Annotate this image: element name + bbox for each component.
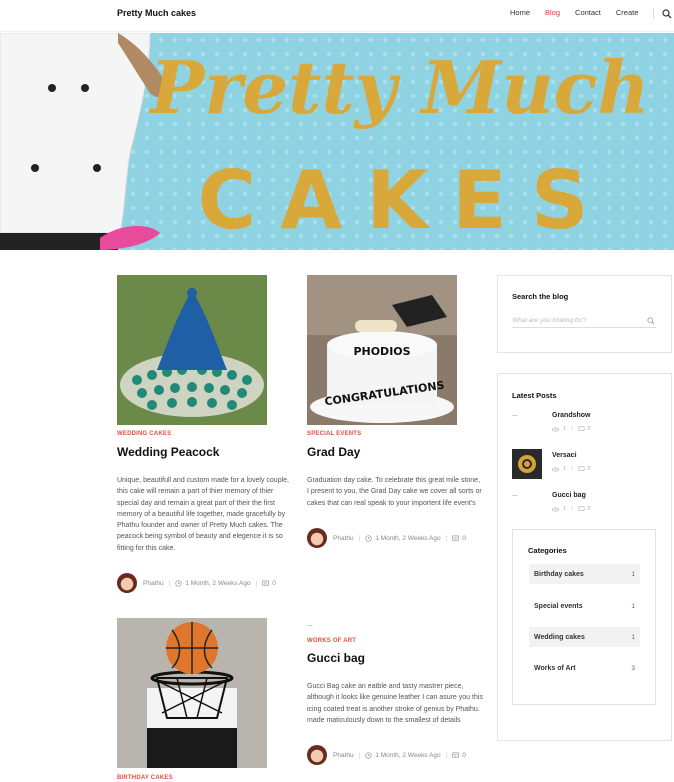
post-meta: Phathu | 1 Month, 2 Weeks Ago | 0 [117, 573, 276, 593]
post-author[interactable]: Phathu [333, 535, 354, 542]
site-header: Pretty Much cakes Home Blog Contact Crea… [0, 0, 674, 32]
clock-icon [175, 579, 182, 587]
search-heading: Search the blog [512, 292, 569, 301]
meta-separator: | [571, 506, 573, 512]
meta-separator: | [571, 426, 573, 432]
latest-post-title[interactable]: Gucci bag [552, 492, 586, 499]
post-category[interactable]: SPECIAL EVENTS [307, 431, 361, 437]
latest-post-meta: 1 | 0 [552, 426, 591, 432]
post-category[interactable]: WEDDING CAKES [117, 431, 171, 437]
search-input[interactable] [512, 313, 656, 328]
latest-views: 1 [563, 466, 567, 472]
comment-icon [262, 580, 270, 586]
latest-post-thumbnail[interactable] [512, 449, 542, 479]
post-author[interactable]: Phathu [143, 580, 164, 587]
category-count: 1 [631, 570, 635, 578]
meta-separator: | [445, 534, 448, 542]
search-icon[interactable] [662, 9, 672, 19]
category-item[interactable]: Works of Art 3 [529, 658, 640, 678]
latest-views: 1 [563, 506, 567, 512]
categories-heading: Categories [528, 546, 567, 555]
post-category[interactable]: BIRTHDAY CAKES [117, 775, 173, 781]
nav-contact[interactable]: Contact [575, 8, 601, 17]
category-name: Birthday cakes [534, 570, 584, 578]
post-title[interactable]: Grad Day [307, 445, 360, 459]
post-time: 1 Month, 2 Weeks Ago [375, 534, 441, 542]
category-name: Special events [534, 602, 583, 610]
latest-post-meta: 1 | 0 [552, 466, 591, 472]
main-nav: Home Blog Contact Create [510, 8, 653, 17]
post-image-wedding-peacock[interactable] [117, 275, 267, 425]
post-excerpt: Graduation day cake. To celebrate this g… [307, 477, 482, 507]
post-time: 1 Month, 2 Weeks Ago [185, 579, 251, 587]
latest-heading: Latest Posts [512, 391, 557, 400]
site-brand[interactable]: Pretty Much cakes [117, 8, 196, 18]
category-count: 1 [631, 602, 635, 610]
post-author[interactable]: Phathu [333, 752, 354, 759]
latest-comments: 0 [587, 466, 591, 472]
category-item[interactable]: Birthday cakes 1 [529, 564, 640, 584]
post-meta: Phathu | 1 Month, 2 Weeks Ago | 0 [307, 528, 466, 548]
category-count: 1 [631, 633, 635, 641]
category-name: Wedding cakes [534, 633, 585, 641]
avatar [117, 573, 137, 593]
hero-banner: Pretty Much CAKES [0, 33, 674, 250]
eye-icon [552, 426, 559, 432]
comment-icon [452, 535, 460, 541]
category-item[interactable]: Wedding cakes 1 [529, 627, 640, 647]
comment-icon [578, 506, 584, 511]
latest-post-meta: 1 | 0 [552, 506, 591, 512]
post-meta: Phathu | 1 Month, 2 Weeks Ago | 0 [307, 745, 466, 765]
meta-separator: | [168, 579, 171, 587]
meta-separator: | [571, 466, 573, 472]
svg-text:PHODIOS: PHODIOS [353, 345, 410, 358]
hero-title-bottom: CAKES [198, 154, 613, 247]
latest-comments: 0 [587, 426, 591, 432]
latest-thumb-placeholder: ... [512, 491, 518, 498]
nav-home[interactable]: Home [510, 8, 530, 17]
nav-divider [653, 8, 654, 18]
post-comment-count[interactable]: 0 [462, 752, 466, 759]
comment-icon [578, 426, 584, 431]
search-icon[interactable] [647, 317, 655, 325]
post-excerpt: Gucci Bag cake an eatble and tasty mastr… [307, 683, 483, 724]
latest-comments: 0 [587, 506, 591, 512]
category-item[interactable]: Special events 1 [529, 596, 640, 616]
clock-icon [365, 751, 372, 759]
post-excerpt: Unique, beautifull and custom made for a… [117, 477, 289, 552]
nav-create[interactable]: Create [616, 8, 639, 17]
post-title[interactable]: Gucci bag [307, 651, 365, 665]
latest-views: 1 [563, 426, 567, 432]
post-comment-count[interactable]: 0 [462, 535, 466, 542]
post-title[interactable]: Wedding Peacock [117, 445, 219, 459]
clock-icon [365, 534, 372, 542]
hero-title-top: Pretty Much [148, 45, 650, 130]
eye-icon [552, 466, 559, 472]
avatar [307, 528, 327, 548]
post-image-grad-day[interactable]: PHODIOS CONGRATULATIONS [307, 275, 457, 425]
nav-blog[interactable]: Blog [545, 8, 560, 17]
post-comment-count[interactable]: 0 [272, 580, 276, 587]
comment-icon [578, 466, 584, 471]
latest-thumb-placeholder: ... [512, 411, 518, 418]
meta-separator: | [358, 534, 361, 542]
post-image-birthday-cake[interactable] [117, 618, 267, 768]
latest-post-title[interactable]: Versaci [552, 452, 577, 459]
post-prefix: ... [307, 621, 313, 628]
categories-widget [512, 529, 656, 705]
comment-icon [452, 752, 460, 758]
post-category[interactable]: WORKS OF ART [307, 638, 356, 644]
category-count: 3 [631, 664, 635, 672]
avatar [307, 745, 327, 765]
meta-separator: | [358, 751, 361, 759]
meta-separator: | [255, 579, 258, 587]
category-name: Works of Art [534, 664, 576, 672]
eye-icon [552, 506, 559, 512]
post-time: 1 Month, 2 Weeks Ago [375, 751, 441, 759]
latest-post-title[interactable]: Grandshow [552, 412, 591, 419]
meta-separator: | [445, 751, 448, 759]
hero-illustration: Pretty Much CAKES [0, 33, 650, 250]
